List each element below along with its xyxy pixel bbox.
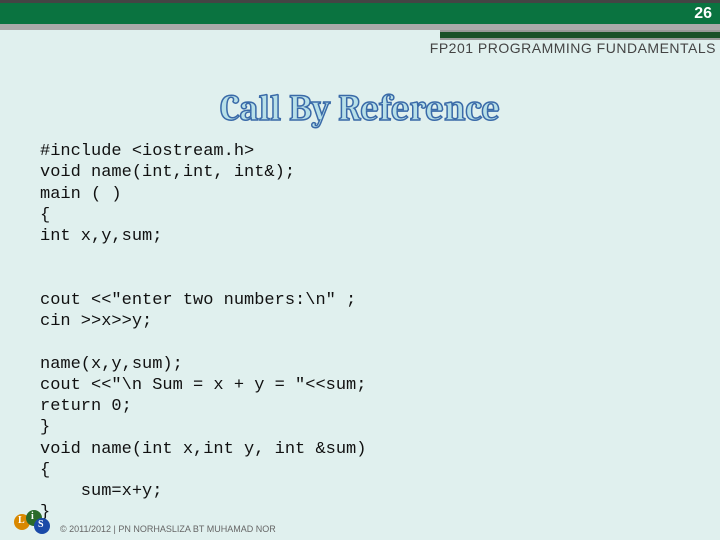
code-block: #include <iostream.h> void name(int,int,…	[40, 141, 720, 524]
course-label: FP201 PROGRAMMING FUNDAMENTALS	[430, 40, 716, 56]
footer-copyright: © 2011/2012 | PN NORHASLIZA BT MUHAMAD N…	[60, 524, 276, 534]
logo-letter-b: i	[31, 511, 34, 522]
page-number: 26	[694, 5, 712, 23]
logo-letter-c: S	[38, 519, 44, 530]
green-stripe	[440, 30, 720, 40]
slide-title: Call By Reference	[0, 88, 720, 129]
header-bar: 26	[0, 0, 720, 24]
logo: L i S	[14, 510, 54, 536]
logo-circle-3: S	[34, 518, 50, 534]
logo-letter-a: L	[18, 515, 25, 526]
